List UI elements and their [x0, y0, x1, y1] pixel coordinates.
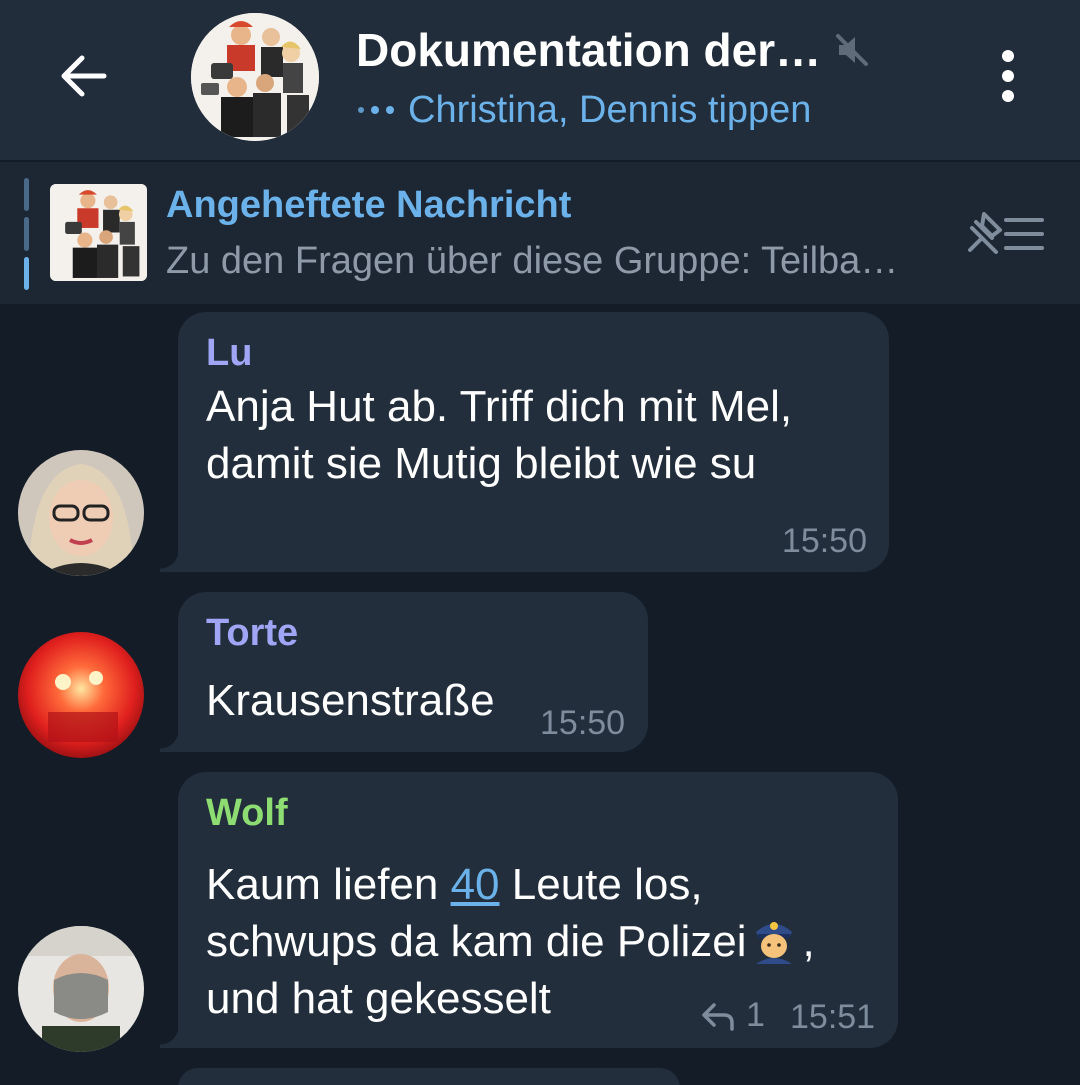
avatar-image — [18, 450, 144, 576]
message-link[interactable]: 40 — [451, 860, 500, 909]
typing-text: Christina, Dennis tippen — [408, 88, 812, 131]
police-officer-emoji — [756, 922, 793, 964]
pin-list-icon — [968, 212, 1044, 254]
sender-name[interactable]: Torte — [206, 612, 298, 655]
sender-name[interactable]: Lu — [206, 332, 252, 375]
pinned-message-bar[interactable]: Angeheftete Nachricht Zu den Fragen über… — [0, 162, 1080, 304]
message-text: Anja Hut ab. Triff dich mit Mel, damit s… — [206, 378, 792, 492]
message-line: Krausenstraße — [206, 676, 495, 725]
message-text-part: Kaum liefen — [206, 860, 451, 909]
message-bubble[interactable]: Torte Krausenstraße 15:50 — [160, 592, 648, 752]
message-text: Krausenstraße — [206, 672, 495, 729]
chat-title[interactable]: Dokumentation der… — [356, 23, 821, 77]
avatar-wolf[interactable] — [18, 926, 144, 1052]
avatar-image — [18, 632, 144, 758]
avatar-lu[interactable] — [18, 450, 144, 576]
more-vertical-icon — [1002, 50, 1014, 62]
pinned-preview-text: Zu den Fragen über diese Gruppe: Teilba… — [166, 240, 899, 282]
avatar-image — [18, 926, 144, 1052]
reply-count-value: 1 — [746, 996, 765, 1034]
chat-header: Dokumentation der… Christina, Dennis tip… — [0, 0, 1080, 160]
typing-dots-icon — [358, 106, 394, 114]
reply-count[interactable]: 1 — [700, 996, 765, 1035]
avatar-torte[interactable] — [18, 632, 144, 758]
typing-status: Christina, Dennis tippen — [358, 86, 811, 134]
muted-speaker-icon — [835, 33, 869, 72]
pinned-title: Angeheftete Nachricht — [166, 184, 572, 226]
message-line: Anja Hut ab. Triff dich mit Mel, — [206, 382, 793, 431]
reply-icon — [702, 1002, 734, 1031]
sender-name[interactable]: Wolf — [206, 792, 288, 835]
message-time: 15:50 — [781, 522, 867, 560]
message-bubble[interactable]: Lu Anja Hut ab. Triff dich mit Mel, dami… — [160, 312, 889, 572]
group-avatar-illustration — [191, 13, 319, 141]
message-text-part: Leute los, — [499, 860, 703, 909]
group-avatar[interactable] — [191, 13, 319, 141]
message-bubble-partial[interactable] — [178, 1068, 680, 1085]
pinned-thumbnail — [50, 184, 147, 281]
more-options-button[interactable] — [984, 44, 1032, 108]
message-bubble[interactable]: Wolf Kaum liefen 40 Leute los, schwups d… — [160, 772, 898, 1048]
pinned-list-button[interactable] — [962, 206, 1048, 266]
message-text-part: , — [802, 917, 815, 966]
back-button[interactable] — [48, 44, 118, 108]
message-line: damit sie Mutig bleibt wie su — [206, 439, 757, 488]
pin-position-indicator — [24, 178, 29, 290]
message-time: 15:50 — [540, 704, 626, 742]
message-text-part: schwups da kam die Polizei — [206, 917, 747, 966]
message-time: 15:51 — [790, 998, 876, 1036]
back-arrow-icon — [61, 55, 107, 97]
